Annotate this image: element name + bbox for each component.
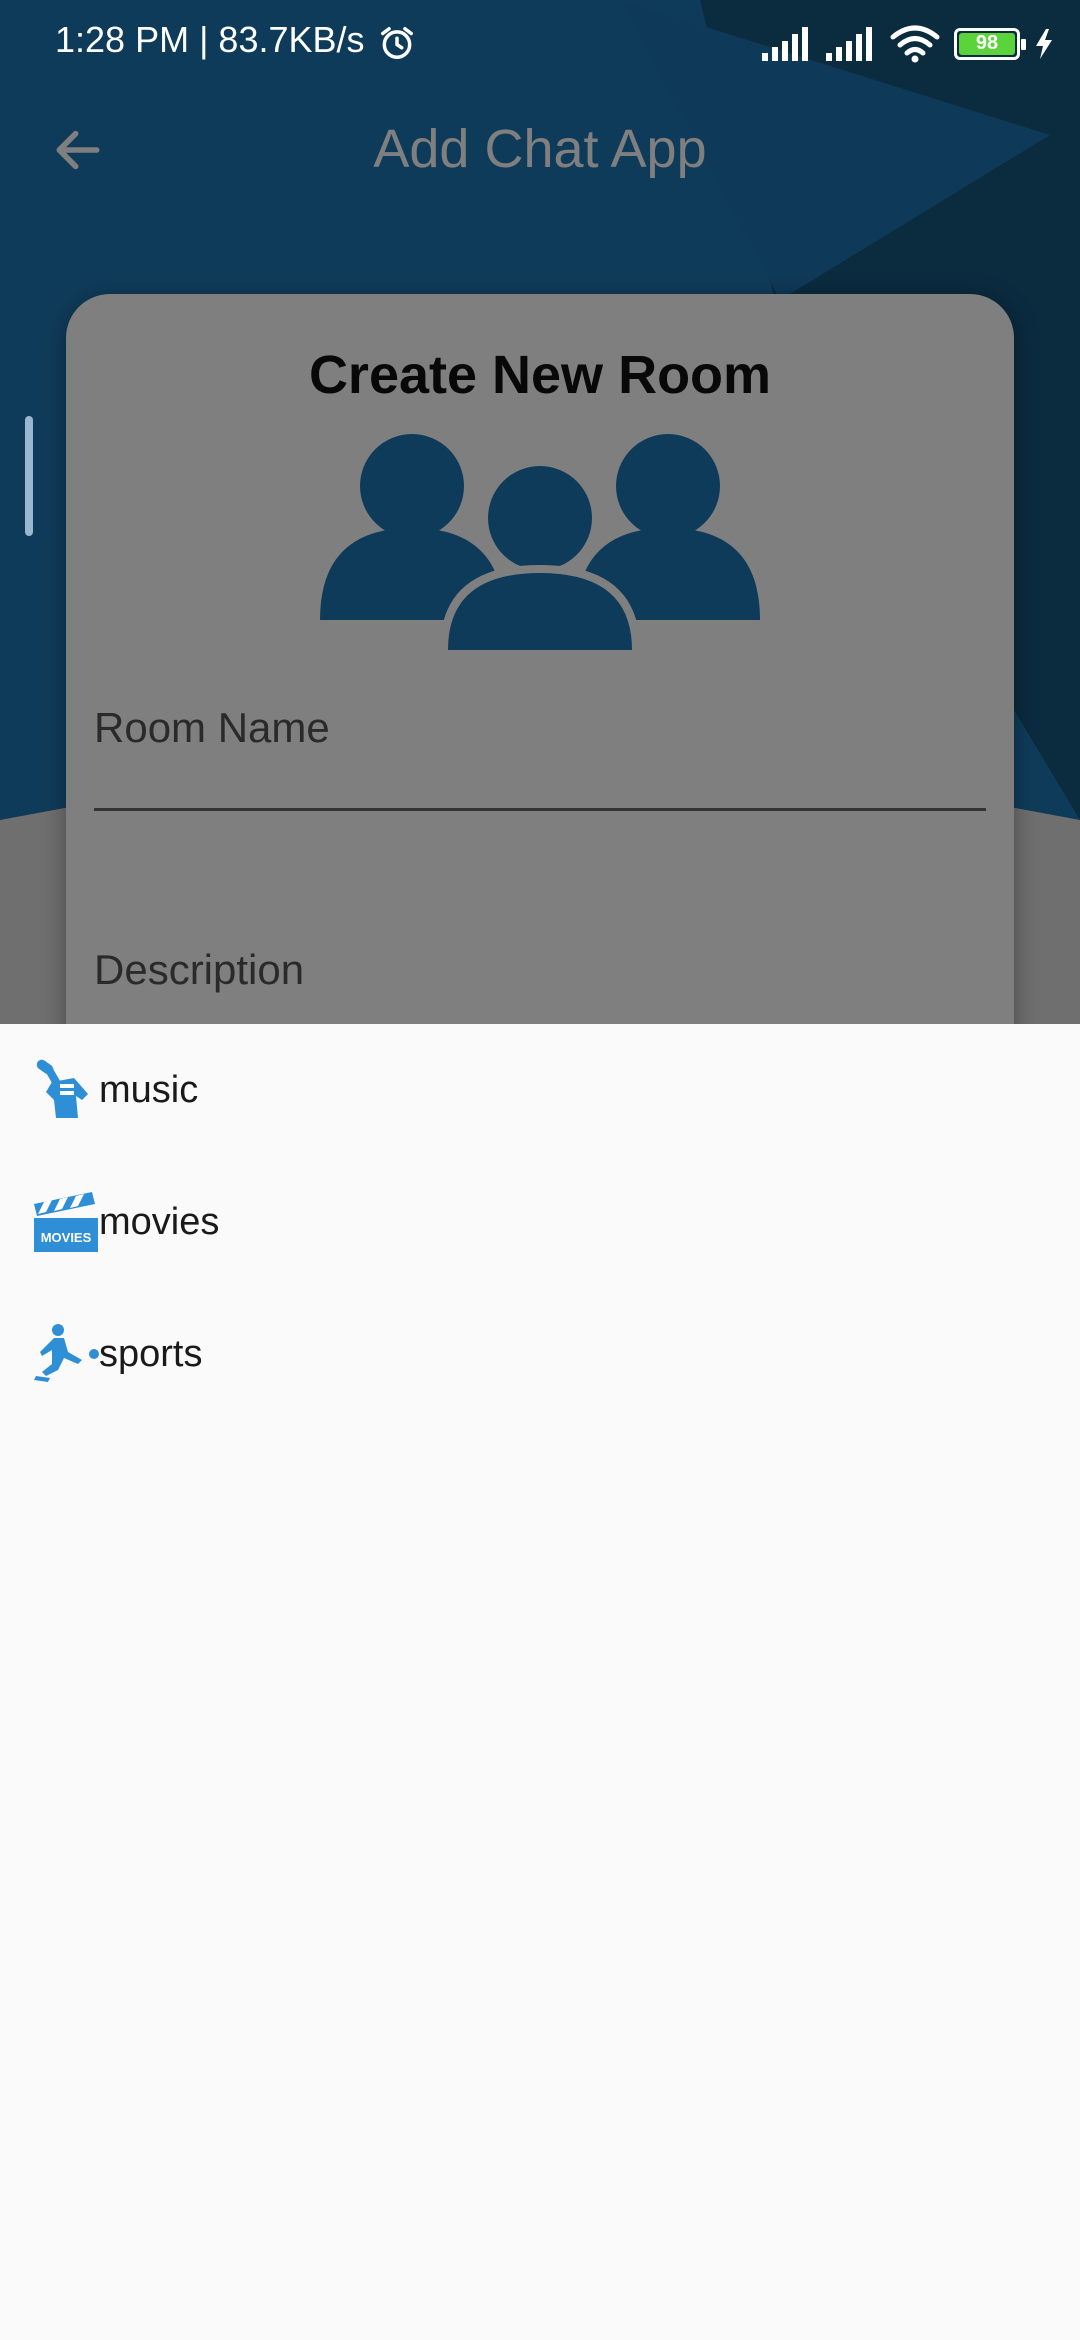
charging-icon xyxy=(1036,29,1052,59)
alarm-icon xyxy=(381,27,413,59)
clapperboard-icon: MOVIES xyxy=(34,1192,98,1252)
svg-text:MOVIES: MOVIES xyxy=(41,1230,92,1245)
option-label: sports xyxy=(99,1332,203,1375)
category-bottom-sheet: music MOVIES movies sports xyxy=(0,1024,1080,2340)
battery-icon: 98 xyxy=(954,28,1026,60)
option-label: movies xyxy=(99,1200,220,1243)
modal-scrim[interactable] xyxy=(0,0,1080,1024)
signal-icon-1 xyxy=(762,27,808,61)
signal-icon-2 xyxy=(826,27,872,61)
microphone-fist-icon xyxy=(36,1059,88,1118)
option-label: music xyxy=(99,1068,199,1111)
status-time-speed: 1:28 PM | 83.7KB/s xyxy=(55,19,365,60)
scrollbar[interactable] xyxy=(25,416,33,536)
wifi-icon xyxy=(890,25,940,63)
option-movies[interactable]: MOVIES movies xyxy=(0,1156,1080,1288)
option-sports[interactable]: sports xyxy=(0,1288,1080,1420)
status-bar: 1:28 PM | 83.7KB/s 98 xyxy=(0,0,1080,72)
option-music[interactable]: music xyxy=(0,1024,1080,1156)
soccer-player-icon xyxy=(34,1324,99,1382)
screen: 1:28 PM | 83.7KB/s 98 music MOVIES movie… xyxy=(0,0,1080,2340)
battery-level: 98 xyxy=(975,32,999,54)
